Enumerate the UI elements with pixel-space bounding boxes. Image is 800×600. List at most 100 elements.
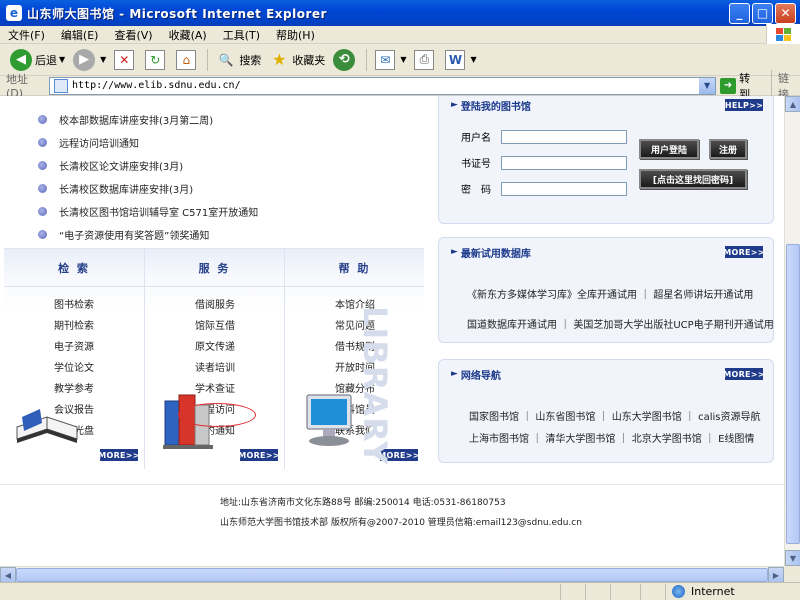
trial-panel-title: 最新试用数据库 bbox=[460, 248, 531, 260]
news-text[interactable]: “电子资源使用有奖答题”领奖通知 bbox=[59, 227, 209, 242]
refresh-icon: ↻ bbox=[145, 49, 166, 70]
more-button[interactable]: MORE>> bbox=[723, 246, 764, 258]
status-divider bbox=[560, 583, 561, 600]
vertical-scrollbar[interactable]: ▲ ▼ bbox=[784, 96, 800, 566]
scroll-up-icon[interactable]: ▲ bbox=[785, 96, 800, 112]
category-link[interactable]: 开放时间 bbox=[285, 359, 424, 380]
username-label: 用户名 bbox=[461, 133, 491, 144]
back-button[interactable]: ◀ 后退 ▼ bbox=[6, 47, 69, 73]
menu-bar: 文件(F) 编辑(E) 查看(V) 收藏(A) 工具(T) 帮助(H) bbox=[0, 24, 800, 46]
news-text[interactable]: 长清校区图书馆培训辅导室 C571室开放通知 bbox=[59, 204, 258, 219]
login-button[interactable]: 用户登陆 bbox=[639, 139, 699, 159]
stop-button[interactable]: ✕ bbox=[110, 47, 141, 73]
card-number-input[interactable] bbox=[501, 155, 627, 170]
news-item[interactable]: “电子资源使用有奖答题”领奖通知 bbox=[38, 223, 258, 246]
scroll-right-icon[interactable]: ▶ bbox=[768, 567, 784, 583]
category-link[interactable]: 本馆介绍 bbox=[285, 296, 424, 317]
url-text[interactable]: http://www.elib.sdnu.edu.cn/ bbox=[72, 80, 699, 91]
webnav-line[interactable]: 国家图书馆 ｜ 山东省图书馆 ｜ 山东大学图书馆 ｜ calis资源导航 bbox=[469, 408, 760, 423]
page-footer: 地址:山东省济南市文化东路88号 邮编:250014 电话:0531-86180… bbox=[0, 484, 784, 566]
ie-icon: e bbox=[6, 5, 22, 21]
password-label: 密 码 bbox=[461, 185, 491, 196]
category-link[interactable]: 读者培训 bbox=[145, 359, 284, 380]
printer-icon: ⎙ bbox=[414, 49, 435, 70]
password-input[interactable] bbox=[501, 181, 627, 196]
category-link[interactable]: 电子资源 bbox=[4, 338, 144, 359]
category-service: 服 务 借阅服务 馆际互借 原文传递 读者培训 学术查证 远程访问 预约通知 M… bbox=[144, 249, 284, 469]
edit-dropdown-icon[interactable]: ▼ bbox=[470, 55, 476, 64]
search-icon: 🔍 bbox=[218, 52, 234, 67]
address-field[interactable]: http://www.elib.sdnu.edu.cn/ ▼ bbox=[49, 76, 717, 95]
search-button[interactable]: 🔍 搜索 bbox=[212, 47, 265, 73]
category-search: 检 索 图书检索 期刊检索 电子资源 学位论文 教学参考 会议报告 随书光盘 M… bbox=[4, 249, 144, 469]
back-dropdown-icon[interactable]: ▼ bbox=[59, 55, 65, 64]
horizontal-scroll-thumb[interactable] bbox=[16, 568, 768, 582]
bullet-icon bbox=[38, 115, 47, 124]
login-panel: ► 登陆我的图书馆 HELP>> 用户名 书证号 密 码 用户登陆 注册 [点击… bbox=[438, 96, 774, 224]
news-item[interactable]: 长清校区图书馆培训辅导室 C571室开放通知 bbox=[38, 200, 258, 223]
refresh-button[interactable]: ↻ bbox=[141, 47, 172, 73]
maximize-button[interactable]: □ bbox=[752, 2, 773, 24]
webnav-line[interactable]: 上海市图书馆 ｜ 清华大学图书馆 ｜ 北京大学图书馆 ｜ E线图情 bbox=[469, 430, 754, 445]
horizontal-scrollbar[interactable]: ◀ ▶ bbox=[0, 566, 784, 583]
category-link[interactable]: 期刊检索 bbox=[4, 317, 144, 338]
globe-icon bbox=[672, 585, 685, 598]
address-dropdown-icon[interactable]: ▼ bbox=[699, 77, 716, 94]
category-title: 帮 助 bbox=[285, 249, 424, 287]
help-button[interactable]: HELP>> bbox=[725, 99, 763, 111]
mail-button[interactable]: ✉ ▼ bbox=[371, 47, 410, 73]
password-row: 密 码 bbox=[461, 181, 627, 196]
news-text[interactable]: 校本部数据库讲座安排(3月第二周) bbox=[59, 112, 213, 127]
category-title: 服 务 bbox=[145, 249, 284, 287]
footer-address: 地址:山东省济南市文化东路88号 邮编:250014 电话:0531-86180… bbox=[220, 498, 506, 508]
forward-dropdown-icon[interactable]: ▼ bbox=[100, 55, 106, 64]
trial-db-line[interactable]: 《新东方多媒体学习库》全库开通试用 ｜ 超星名师讲坛开通试用 bbox=[467, 286, 753, 301]
scroll-down-icon[interactable]: ▼ bbox=[785, 550, 800, 566]
close-button[interactable]: ✕ bbox=[775, 2, 796, 24]
category-link[interactable]: 学位论文 bbox=[4, 359, 144, 380]
print-button[interactable]: ⎙ bbox=[410, 47, 441, 73]
login-panel-title: 登陆我的图书馆 bbox=[460, 101, 531, 113]
home-icon: ⌂ bbox=[176, 49, 197, 70]
menu-edit[interactable]: 编辑(E) bbox=[53, 27, 107, 43]
vertical-scroll-thumb[interactable] bbox=[786, 244, 800, 544]
favorites-button[interactable]: ★ 收藏夹 bbox=[265, 47, 329, 73]
username-input[interactable] bbox=[501, 129, 627, 144]
toolbar-separator bbox=[207, 48, 209, 71]
menu-view[interactable]: 查看(V) bbox=[106, 27, 160, 43]
more-button[interactable]: MORE>> bbox=[723, 368, 764, 380]
category-link[interactable]: 常见问题 bbox=[285, 317, 424, 338]
status-divider bbox=[585, 583, 586, 600]
news-item[interactable]: 长清校区论文讲座安排(3月) bbox=[38, 154, 258, 177]
history-button[interactable]: ⟲ bbox=[329, 47, 362, 73]
news-text[interactable]: 长清校区论文讲座安排(3月) bbox=[59, 158, 183, 173]
more-button[interactable]: MORE>> bbox=[238, 449, 279, 461]
register-button[interactable]: 注册 bbox=[709, 139, 747, 159]
category-link[interactable]: 借书规则 bbox=[285, 338, 424, 359]
news-text[interactable]: 长清校区数据库讲座安排(3月) bbox=[59, 181, 193, 196]
news-text[interactable]: 远程访问培训通知 bbox=[59, 135, 139, 150]
menu-favorites[interactable]: 收藏(A) bbox=[161, 27, 215, 43]
more-button[interactable]: MORE>> bbox=[98, 449, 139, 461]
trial-db-line[interactable]: 国道数据库开通试用 ｜ 美国芝加哥大学出版社UCP电子期刊开通试用 bbox=[467, 316, 774, 331]
mail-dropdown-icon[interactable]: ▼ bbox=[400, 55, 406, 64]
minimize-button[interactable]: _ bbox=[729, 2, 750, 24]
scrollbar-corner bbox=[784, 566, 800, 582]
news-item[interactable]: 校本部数据库讲座安排(3月第二周) bbox=[38, 108, 258, 131]
menu-file[interactable]: 文件(F) bbox=[0, 27, 53, 43]
news-item[interactable]: 远程访问培训通知 bbox=[38, 131, 258, 154]
category-link[interactable]: 图书检索 bbox=[4, 296, 144, 317]
scroll-left-icon[interactable]: ◀ bbox=[0, 567, 16, 583]
edit-button[interactable]: W ▼ bbox=[441, 47, 480, 73]
category-link[interactable]: 馆际互借 bbox=[145, 317, 284, 338]
menu-tools[interactable]: 工具(T) bbox=[215, 27, 268, 43]
menu-help[interactable]: 帮助(H) bbox=[268, 27, 323, 43]
history-icon: ⟲ bbox=[333, 48, 356, 71]
news-item[interactable]: 长清校区数据库讲座安排(3月) bbox=[38, 177, 258, 200]
bullet-icon bbox=[38, 230, 47, 239]
recover-password-button[interactable]: [点击这里找回密码] bbox=[639, 169, 747, 189]
category-link[interactable]: 原文传递 bbox=[145, 338, 284, 359]
category-link[interactable]: 借阅服务 bbox=[145, 296, 284, 317]
home-button[interactable]: ⌂ bbox=[172, 47, 203, 73]
forward-button[interactable]: ▶ ▼ bbox=[69, 47, 110, 73]
